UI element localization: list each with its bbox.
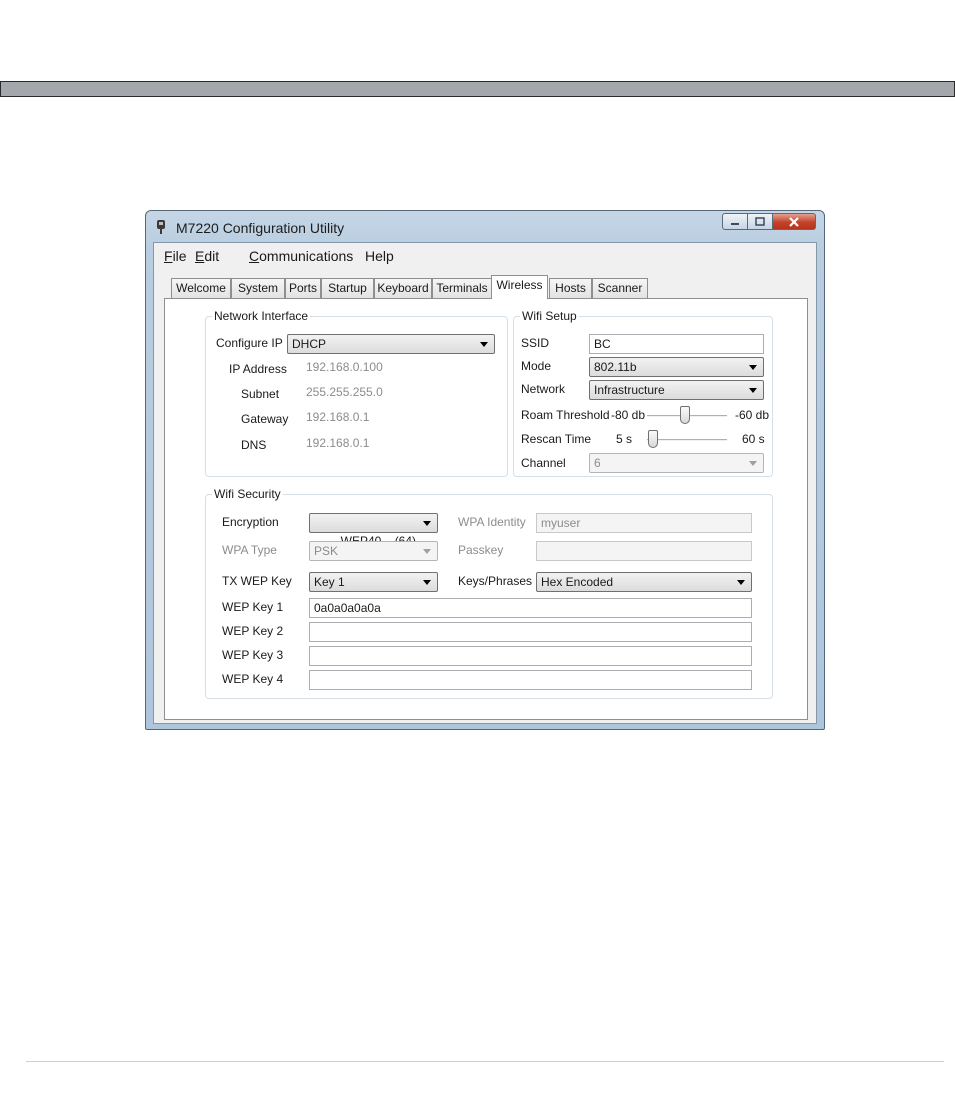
chevron-down-icon <box>423 521 431 526</box>
chevron-down-icon <box>749 365 757 370</box>
chevron-down-icon <box>423 580 431 585</box>
wep-key-1-input[interactable]: 0a0a0a0a0a <box>309 598 752 618</box>
channel-value: 6 <box>594 456 601 470</box>
chevron-down-icon <box>737 580 745 585</box>
configure-ip-label: Configure IP <box>216 336 283 350</box>
tab-hosts[interactable]: Hosts <box>549 278 592 298</box>
keys-phrases-value: Hex Encoded <box>541 575 614 589</box>
mode-select[interactable]: 802.11b <box>589 357 764 377</box>
roam-threshold-label: Roam Threshold <box>521 408 610 422</box>
menu-help[interactable]: Help <box>365 248 394 264</box>
tab-welcome[interactable]: Welcome <box>171 278 231 298</box>
top-gray-bar <box>0 81 955 97</box>
network-select[interactable]: Infrastructure <box>589 380 764 400</box>
passkey-input[interactable] <box>536 541 752 561</box>
app-icon <box>157 220 165 234</box>
config-window: M7220 Configuration Utility File Edit Co… <box>145 210 825 730</box>
rescan-time-label: Rescan Time <box>521 432 592 446</box>
dns-label: DNS <box>241 438 267 452</box>
ip-address-label: IP Address <box>229 362 287 376</box>
wep-key-4-label: WEP Key 4 <box>222 672 284 686</box>
dns-value: 192.168.0.1 <box>306 436 370 450</box>
encryption-label: Encryption <box>222 515 279 529</box>
gateway-value: 192.168.0.1 <box>306 410 370 424</box>
menu-communications[interactable]: Communications <box>249 248 353 264</box>
tx-wep-key-value: Key 1 <box>314 575 345 589</box>
wep-key-4-input[interactable] <box>309 670 752 690</box>
keys-phrases-label: Keys/Phrases <box>458 574 533 588</box>
mode-label: Mode <box>521 359 552 373</box>
tab-terminals[interactable]: Terminals <box>432 278 492 298</box>
wpa-identity-label: WPA Identity <box>458 515 526 529</box>
wpa-type-label: WPA Type <box>222 543 277 557</box>
network-interface-legend: Network Interface <box>214 309 309 323</box>
tab-keyboard[interactable]: Keyboard <box>374 278 432 298</box>
menu-bar: File Edit Communications Help <box>154 243 816 269</box>
encryption-select[interactable]: WEP40 (64) <box>309 513 438 548</box>
tab-ports[interactable]: Ports <box>285 278 321 298</box>
close-button[interactable] <box>773 213 816 230</box>
channel-select[interactable]: 6 <box>589 453 764 473</box>
menu-edit[interactable]: Edit <box>195 248 219 264</box>
network-label: Network <box>521 382 566 396</box>
roam-threshold-slider[interactable] <box>679 406 690 424</box>
rescan-time-slider[interactable] <box>648 430 659 448</box>
configure-ip-value: DHCP <box>292 337 327 351</box>
minimize-icon <box>731 222 739 225</box>
network-value: Infrastructure <box>594 383 665 397</box>
client-area: File Edit Communications Help Welcome Sy… <box>153 242 817 724</box>
window-title: M7220 Configuration Utility <box>176 220 345 236</box>
wpa-type-select[interactable]: PSK <box>309 541 438 561</box>
maximize-icon <box>755 217 765 226</box>
footer-divider <box>26 1061 944 1062</box>
gateway-label: Gateway <box>241 412 289 426</box>
wpa-type-value: PSK <box>314 544 339 558</box>
subnet-value: 255.255.255.0 <box>306 385 383 399</box>
close-icon <box>789 216 799 227</box>
wifi-setup-legend: Wifi Setup <box>522 309 577 323</box>
tab-scanner[interactable]: Scanner <box>592 278 648 298</box>
wpa-identity-input[interactable]: myuser <box>536 513 752 533</box>
tab-wireless[interactable]: Wireless <box>491 275 548 299</box>
ip-address-value: 192.168.0.100 <box>306 360 383 374</box>
roam-max-label: -60 db <box>735 408 770 422</box>
menu-file[interactable]: File <box>164 248 187 264</box>
ssid-label: SSID <box>521 336 550 350</box>
chevron-down-icon <box>480 342 488 347</box>
tab-system[interactable]: System <box>231 278 285 298</box>
rescan-time-track <box>647 439 727 441</box>
tab-startup[interactable]: Startup <box>321 278 374 298</box>
mode-value: 802.11b <box>594 360 637 374</box>
rescan-min-label: 5 s <box>616 432 633 446</box>
passkey-label: Passkey <box>458 543 504 557</box>
wireless-page: Network Interface Configure IP DHCP IP A… <box>164 298 808 720</box>
ssid-input[interactable]: BC <box>589 334 764 354</box>
rescan-max-label: 60 s <box>742 432 765 446</box>
wep-key-2-input[interactable] <box>309 622 752 642</box>
title-bar: M7220 Configuration Utility <box>146 211 824 241</box>
subnet-label: Subnet <box>241 387 280 401</box>
configure-ip-select[interactable]: DHCP <box>287 334 495 354</box>
maximize-button[interactable] <box>748 213 773 230</box>
wep-key-2-label: WEP Key 2 <box>222 624 284 638</box>
tx-wep-key-label: TX WEP Key <box>222 574 292 588</box>
chevron-down-icon <box>423 549 431 554</box>
wep-key-3-input[interactable] <box>309 646 752 666</box>
chevron-down-icon <box>749 388 757 393</box>
keys-phrases-select[interactable]: Hex Encoded <box>536 572 752 592</box>
wep-key-1-label: WEP Key 1 <box>222 600 284 614</box>
wep-key-3-label: WEP Key 3 <box>222 648 284 662</box>
minimize-button[interactable] <box>722 213 748 230</box>
chevron-down-icon <box>749 461 757 466</box>
channel-label: Channel <box>521 456 566 470</box>
roam-min-label: -80 db <box>611 408 646 422</box>
wifi-security-legend: Wifi Security <box>214 487 281 501</box>
tx-wep-key-select[interactable]: Key 1 <box>309 572 438 592</box>
